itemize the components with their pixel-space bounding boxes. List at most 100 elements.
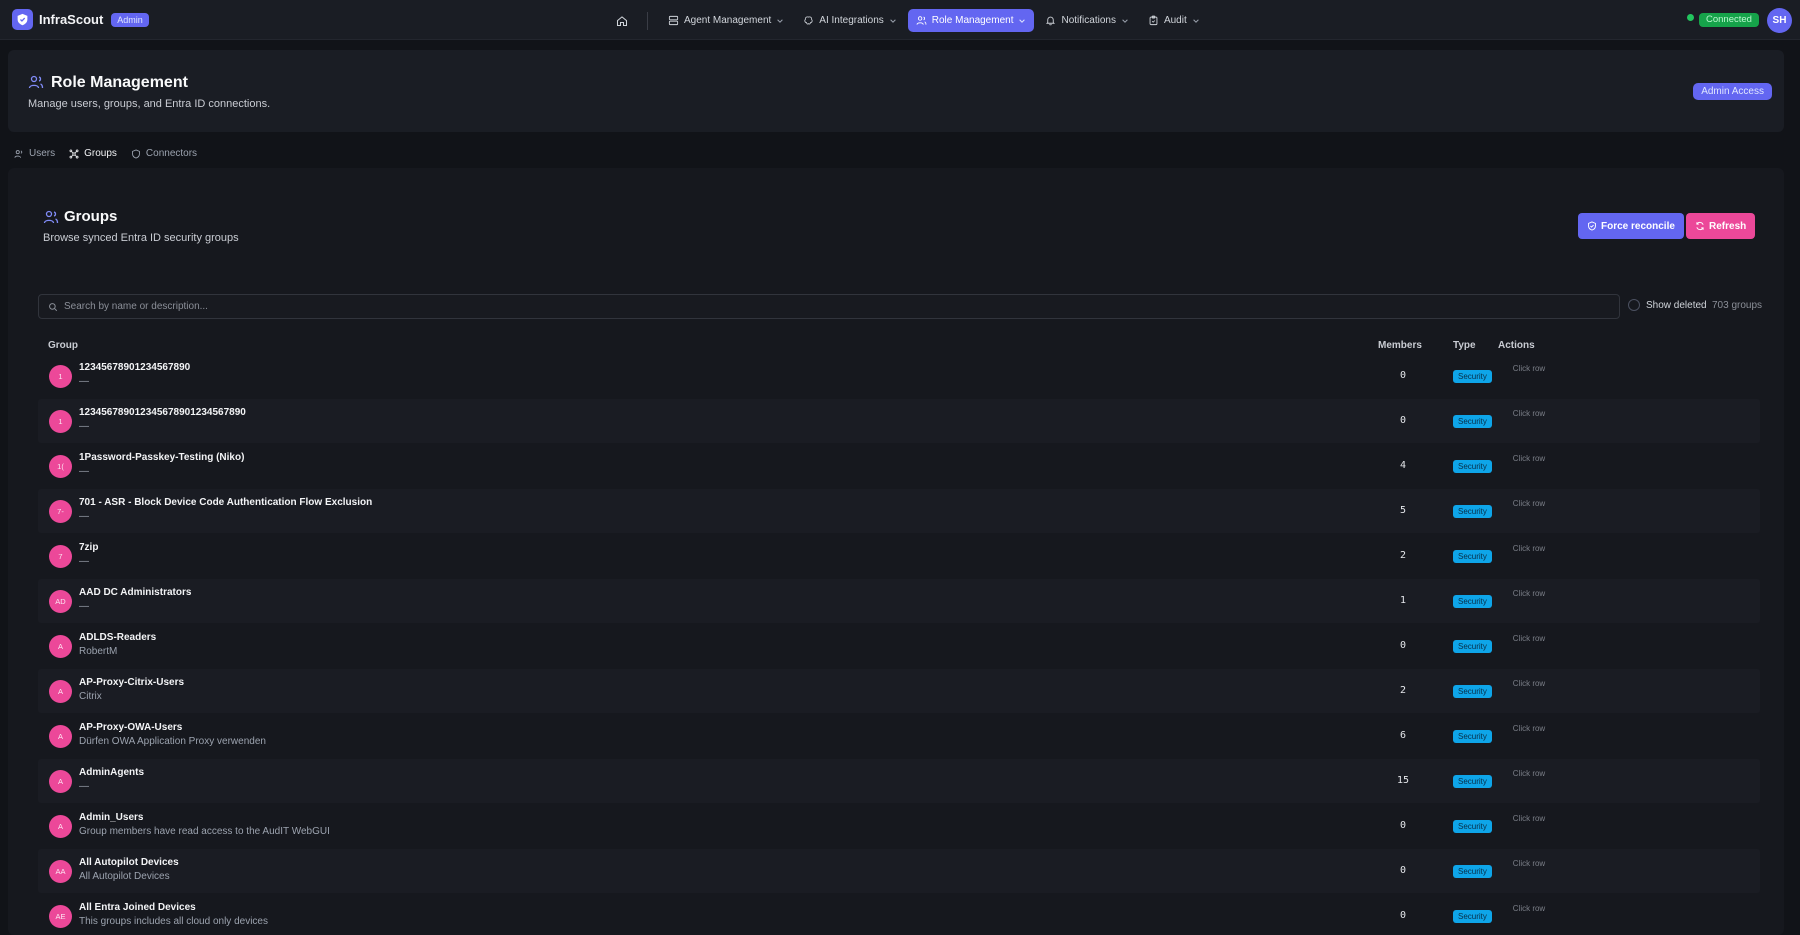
type-badge: Security: [1453, 460, 1492, 473]
type-badge: Security: [1453, 640, 1492, 653]
table-row[interactable]: AD AAD DC Administrators — 1 Security Click r…: [38, 579, 1760, 623]
nav-agent-management[interactable]: Agent Management: [660, 9, 792, 32]
tab-users[interactable]: Users: [14, 148, 55, 159]
member-count: 0: [1399, 370, 1407, 381]
member-count: 0: [1399, 865, 1407, 876]
table-row[interactable]: A AP-Proxy-OWA-Users Dürfen OWA Applicatio…: [38, 714, 1760, 758]
table-row[interactable]: A ADLDS-Readers RobertM 0 Security Click row: [38, 624, 1760, 668]
group-avatar: 1: [49, 410, 72, 433]
nav-audit[interactable]: Audit: [1140, 9, 1208, 32]
search-box: [38, 294, 1620, 319]
group-description: This groups includes all cloud only devi…: [79, 916, 268, 927]
show-deleted-toggle[interactable]: Show deleted: [1628, 299, 1707, 311]
nav-notifications[interactable]: Notifications: [1037, 9, 1136, 32]
group-description: All Autopilot Devices: [79, 871, 170, 882]
admin-badge: Admin: [111, 12, 149, 27]
column-header-type: Type: [1453, 340, 1476, 351]
table-row[interactable]: A AP-Proxy-Citrix-Users Citrix 2 Security Cli…: [38, 669, 1760, 713]
group-description: —: [79, 601, 89, 612]
refresh-button[interactable]: Refresh: [1686, 213, 1756, 239]
member-count: 5: [1399, 505, 1407, 516]
row-action-hint: Click row: [1512, 814, 1546, 823]
chevron-down-icon: [777, 18, 784, 23]
shield-check-icon: [1588, 221, 1596, 231]
page-title: Role Management: [51, 74, 188, 91]
table-row[interactable]: AA All Autopilot Devices All Autopilot Dev…: [38, 849, 1760, 893]
type-badge: Security: [1453, 775, 1492, 788]
column-header-members: Members: [1378, 340, 1422, 351]
page-subtitle: Manage users, groups, and Entra ID conne…: [28, 98, 271, 110]
group-avatar: 7: [49, 545, 72, 568]
table-row[interactable]: A Admin_Users Group members have read acce…: [38, 804, 1760, 848]
groups-panel: Groups Browse synced Entra ID security g…: [8, 168, 1784, 935]
group-avatar: A: [49, 635, 72, 658]
main-nav: Agent Management AI Integrations Role Ma…: [611, 9, 1211, 32]
type-badge: Security: [1453, 595, 1492, 608]
button-label: Force reconcile: [1601, 220, 1675, 232]
type-badge: Security: [1453, 730, 1492, 743]
member-count: 1: [1399, 595, 1407, 606]
force-reconcile-button[interactable]: Force reconcile: [1578, 213, 1684, 239]
row-action-hint: Click row: [1512, 544, 1546, 553]
group-name: 1Password-Passkey-Testing (Niko): [79, 452, 245, 463]
group-description: RobertM: [79, 646, 118, 657]
table-row[interactable]: 7- 701 - ASR - Block Device Code Authenti…: [38, 489, 1760, 533]
type-badge: Security: [1453, 910, 1492, 923]
search-icon: [49, 302, 58, 311]
table-row[interactable]: 1(1Password-Passkey-Testing (Niko) — 4 Secu…: [38, 444, 1760, 488]
admin-access-badge: Admin Access: [1693, 83, 1772, 100]
group-description: —: [79, 376, 89, 387]
refresh-icon: [1696, 221, 1704, 231]
show-deleted-label: Show deleted: [1646, 299, 1707, 311]
table-row[interactable]: 7 7zip — 2 Security Click row: [38, 534, 1760, 578]
table-row[interactable]: A AdminAgents — 15 Security Click row: [38, 759, 1760, 803]
nav-ai-integrations[interactable]: AI Integrations: [795, 9, 904, 32]
connection-status-badge: Connected: [1699, 13, 1759, 27]
show-deleted-checkbox[interactable]: [1628, 299, 1640, 311]
member-count: 0: [1399, 415, 1407, 426]
connection-status-dot: [1687, 14, 1694, 21]
group-count: 703 groups: [1712, 300, 1763, 311]
shield-logo-icon: [12, 9, 33, 30]
tab-connectors[interactable]: Connectors: [131, 148, 197, 159]
groups-title: Groups: [64, 208, 118, 225]
column-header-actions: Actions: [1498, 340, 1535, 351]
group-name: AAD DC Administrators: [79, 587, 192, 598]
group-name: Admin_Users: [79, 812, 144, 823]
group-name: AdminAgents: [79, 767, 144, 778]
nav-role-management[interactable]: Role Management: [907, 9, 1035, 32]
table-row[interactable]: AE All Entra Joined Devices This groups in…: [38, 894, 1760, 935]
chevron-down-icon: [889, 18, 896, 23]
group-name: All Autopilot Devices: [79, 857, 179, 868]
table-row[interactable]: 1 123456789012345678901234567890 — 0 Securit…: [38, 399, 1760, 443]
tab-label: Groups: [84, 148, 117, 159]
group-avatar: AE: [49, 905, 72, 928]
network-icon: [69, 149, 79, 158]
group-description: —: [79, 466, 89, 477]
tab-groups[interactable]: Groups: [69, 148, 117, 159]
brand[interactable]: InfraScout Admin: [12, 9, 149, 30]
nav-label: Role Management: [931, 15, 1014, 26]
nav-label: Agent Management: [684, 15, 772, 26]
group-name: 701 - ASR - Block Device Code Authentica…: [79, 497, 373, 508]
group-description: —: [79, 421, 89, 432]
search-input[interactable]: [64, 301, 1564, 312]
nav-divider: [647, 11, 648, 30]
home-button[interactable]: [611, 10, 633, 32]
group-name: All Entra Joined Devices: [79, 902, 196, 913]
nav-label: Notifications: [1061, 15, 1116, 26]
group-avatar: A: [49, 680, 72, 703]
bell-icon: [1046, 16, 1056, 26]
home-icon: [616, 15, 628, 26]
table-row[interactable]: 1 12345678901234567890 — 0 Security Click row: [38, 354, 1760, 398]
group-avatar: 1: [49, 365, 72, 388]
type-badge: Security: [1453, 820, 1492, 833]
group-avatar: A: [49, 770, 72, 793]
group-name: AP-Proxy-OWA-Users: [79, 722, 183, 733]
user-avatar[interactable]: SH: [1767, 8, 1792, 33]
group-avatar: A: [49, 815, 72, 838]
group-name: 123456789012345678901234567890: [79, 407, 246, 418]
row-action-hint: Click row: [1512, 769, 1546, 778]
row-action-hint: Click row: [1512, 679, 1546, 688]
users-icon: [14, 149, 23, 158]
